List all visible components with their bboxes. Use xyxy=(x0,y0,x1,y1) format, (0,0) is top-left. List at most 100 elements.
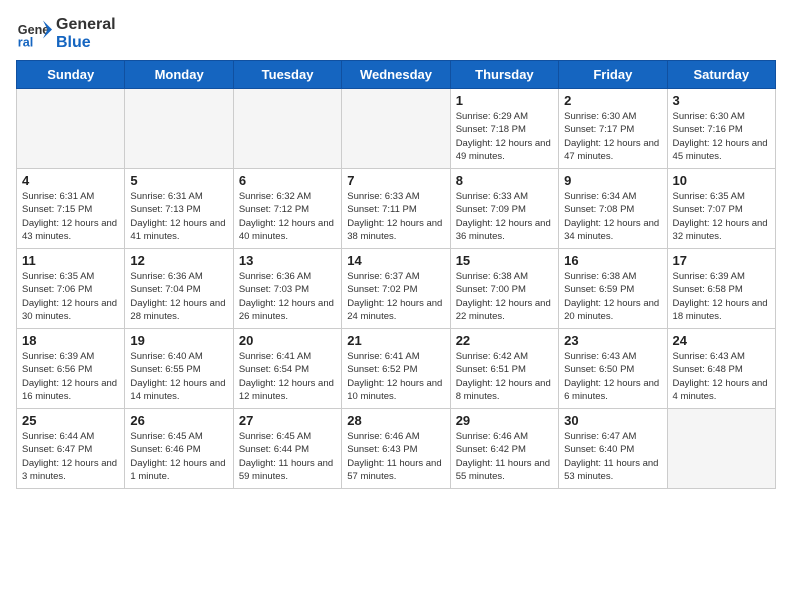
day-number: 26 xyxy=(130,413,227,428)
calendar-cell xyxy=(667,409,775,489)
weekday-header: Tuesday xyxy=(233,61,341,89)
day-info: Sunrise: 6:31 AMSunset: 7:13 PMDaylight:… xyxy=(130,190,227,243)
calendar-cell xyxy=(17,89,125,169)
day-info: Sunrise: 6:44 AMSunset: 6:47 PMDaylight:… xyxy=(22,430,119,483)
logo-text-line1: General xyxy=(56,16,116,34)
calendar-cell: 6 Sunrise: 6:32 AMSunset: 7:12 PMDayligh… xyxy=(233,169,341,249)
day-number: 13 xyxy=(239,253,336,268)
day-info: Sunrise: 6:45 AMSunset: 6:46 PMDaylight:… xyxy=(130,430,227,483)
day-info: Sunrise: 6:43 AMSunset: 6:50 PMDaylight:… xyxy=(564,350,661,403)
calendar-cell: 15 Sunrise: 6:38 AMSunset: 7:00 PMDaylig… xyxy=(450,249,558,329)
day-info: Sunrise: 6:31 AMSunset: 7:15 PMDaylight:… xyxy=(22,190,119,243)
day-info: Sunrise: 6:46 AMSunset: 6:43 PMDaylight:… xyxy=(347,430,444,483)
day-number: 9 xyxy=(564,173,661,188)
day-number: 22 xyxy=(456,333,553,348)
calendar-cell: 17 Sunrise: 6:39 AMSunset: 6:58 PMDaylig… xyxy=(667,249,775,329)
day-number: 11 xyxy=(22,253,119,268)
day-info: Sunrise: 6:41 AMSunset: 6:54 PMDaylight:… xyxy=(239,350,336,403)
calendar-cell xyxy=(125,89,233,169)
day-number: 17 xyxy=(673,253,770,268)
day-number: 23 xyxy=(564,333,661,348)
calendar-cell: 16 Sunrise: 6:38 AMSunset: 6:59 PMDaylig… xyxy=(559,249,667,329)
day-info: Sunrise: 6:41 AMSunset: 6:52 PMDaylight:… xyxy=(347,350,444,403)
day-info: Sunrise: 6:34 AMSunset: 7:08 PMDaylight:… xyxy=(564,190,661,243)
day-info: Sunrise: 6:36 AMSunset: 7:03 PMDaylight:… xyxy=(239,270,336,323)
day-number: 7 xyxy=(347,173,444,188)
weekday-header: Sunday xyxy=(17,61,125,89)
day-info: Sunrise: 6:32 AMSunset: 7:12 PMDaylight:… xyxy=(239,190,336,243)
day-number: 30 xyxy=(564,413,661,428)
day-info: Sunrise: 6:45 AMSunset: 6:44 PMDaylight:… xyxy=(239,430,336,483)
calendar-cell: 10 Sunrise: 6:35 AMSunset: 7:07 PMDaylig… xyxy=(667,169,775,249)
day-info: Sunrise: 6:46 AMSunset: 6:42 PMDaylight:… xyxy=(456,430,553,483)
calendar-cell: 23 Sunrise: 6:43 AMSunset: 6:50 PMDaylig… xyxy=(559,329,667,409)
calendar-cell: 3 Sunrise: 6:30 AMSunset: 7:16 PMDayligh… xyxy=(667,89,775,169)
calendar-cell: 13 Sunrise: 6:36 AMSunset: 7:03 PMDaylig… xyxy=(233,249,341,329)
calendar-cell: 27 Sunrise: 6:45 AMSunset: 6:44 PMDaylig… xyxy=(233,409,341,489)
calendar-cell xyxy=(342,89,450,169)
day-info: Sunrise: 6:47 AMSunset: 6:40 PMDaylight:… xyxy=(564,430,661,483)
day-number: 25 xyxy=(22,413,119,428)
svg-text:ral: ral xyxy=(18,36,33,50)
weekday-header: Monday xyxy=(125,61,233,89)
calendar-cell: 21 Sunrise: 6:41 AMSunset: 6:52 PMDaylig… xyxy=(342,329,450,409)
calendar-cell: 29 Sunrise: 6:46 AMSunset: 6:42 PMDaylig… xyxy=(450,409,558,489)
day-number: 14 xyxy=(347,253,444,268)
calendar-cell: 2 Sunrise: 6:30 AMSunset: 7:17 PMDayligh… xyxy=(559,89,667,169)
day-number: 19 xyxy=(130,333,227,348)
calendar-cell: 7 Sunrise: 6:33 AMSunset: 7:11 PMDayligh… xyxy=(342,169,450,249)
calendar-cell: 22 Sunrise: 6:42 AMSunset: 6:51 PMDaylig… xyxy=(450,329,558,409)
calendar-cell: 9 Sunrise: 6:34 AMSunset: 7:08 PMDayligh… xyxy=(559,169,667,249)
day-info: Sunrise: 6:39 AMSunset: 6:58 PMDaylight:… xyxy=(673,270,770,323)
day-number: 5 xyxy=(130,173,227,188)
day-number: 12 xyxy=(130,253,227,268)
day-info: Sunrise: 6:38 AMSunset: 7:00 PMDaylight:… xyxy=(456,270,553,323)
day-info: Sunrise: 6:36 AMSunset: 7:04 PMDaylight:… xyxy=(130,270,227,323)
day-number: 29 xyxy=(456,413,553,428)
day-number: 28 xyxy=(347,413,444,428)
day-number: 21 xyxy=(347,333,444,348)
day-number: 16 xyxy=(564,253,661,268)
calendar-cell: 14 Sunrise: 6:37 AMSunset: 7:02 PMDaylig… xyxy=(342,249,450,329)
weekday-header: Saturday xyxy=(667,61,775,89)
day-number: 8 xyxy=(456,173,553,188)
calendar-cell: 30 Sunrise: 6:47 AMSunset: 6:40 PMDaylig… xyxy=(559,409,667,489)
day-number: 4 xyxy=(22,173,119,188)
day-number: 18 xyxy=(22,333,119,348)
day-number: 2 xyxy=(564,93,661,108)
logo-icon: Gene ral xyxy=(16,16,52,52)
header: Gene ral General Blue xyxy=(16,16,776,52)
day-info: Sunrise: 6:33 AMSunset: 7:09 PMDaylight:… xyxy=(456,190,553,243)
calendar-cell: 18 Sunrise: 6:39 AMSunset: 6:56 PMDaylig… xyxy=(17,329,125,409)
day-number: 3 xyxy=(673,93,770,108)
logo-text-line2: Blue xyxy=(56,34,116,52)
calendar-cell: 25 Sunrise: 6:44 AMSunset: 6:47 PMDaylig… xyxy=(17,409,125,489)
day-number: 6 xyxy=(239,173,336,188)
calendar-cell: 26 Sunrise: 6:45 AMSunset: 6:46 PMDaylig… xyxy=(125,409,233,489)
calendar-cell: 12 Sunrise: 6:36 AMSunset: 7:04 PMDaylig… xyxy=(125,249,233,329)
calendar-cell: 8 Sunrise: 6:33 AMSunset: 7:09 PMDayligh… xyxy=(450,169,558,249)
calendar-cell: 20 Sunrise: 6:41 AMSunset: 6:54 PMDaylig… xyxy=(233,329,341,409)
calendar-cell: 28 Sunrise: 6:46 AMSunset: 6:43 PMDaylig… xyxy=(342,409,450,489)
day-info: Sunrise: 6:33 AMSunset: 7:11 PMDaylight:… xyxy=(347,190,444,243)
calendar-cell: 19 Sunrise: 6:40 AMSunset: 6:55 PMDaylig… xyxy=(125,329,233,409)
calendar-cell: 5 Sunrise: 6:31 AMSunset: 7:13 PMDayligh… xyxy=(125,169,233,249)
day-number: 15 xyxy=(456,253,553,268)
day-info: Sunrise: 6:39 AMSunset: 6:56 PMDaylight:… xyxy=(22,350,119,403)
weekday-header: Thursday xyxy=(450,61,558,89)
day-info: Sunrise: 6:38 AMSunset: 6:59 PMDaylight:… xyxy=(564,270,661,323)
day-info: Sunrise: 6:43 AMSunset: 6:48 PMDaylight:… xyxy=(673,350,770,403)
day-info: Sunrise: 6:30 AMSunset: 7:16 PMDaylight:… xyxy=(673,110,770,163)
weekday-header: Wednesday xyxy=(342,61,450,89)
day-number: 10 xyxy=(673,173,770,188)
day-number: 1 xyxy=(456,93,553,108)
day-info: Sunrise: 6:42 AMSunset: 6:51 PMDaylight:… xyxy=(456,350,553,403)
calendar-cell: 11 Sunrise: 6:35 AMSunset: 7:06 PMDaylig… xyxy=(17,249,125,329)
day-info: Sunrise: 6:37 AMSunset: 7:02 PMDaylight:… xyxy=(347,270,444,323)
day-number: 27 xyxy=(239,413,336,428)
day-info: Sunrise: 6:29 AMSunset: 7:18 PMDaylight:… xyxy=(456,110,553,163)
calendar-cell xyxy=(233,89,341,169)
day-info: Sunrise: 6:30 AMSunset: 7:17 PMDaylight:… xyxy=(564,110,661,163)
weekday-header: Friday xyxy=(559,61,667,89)
calendar-cell: 24 Sunrise: 6:43 AMSunset: 6:48 PMDaylig… xyxy=(667,329,775,409)
